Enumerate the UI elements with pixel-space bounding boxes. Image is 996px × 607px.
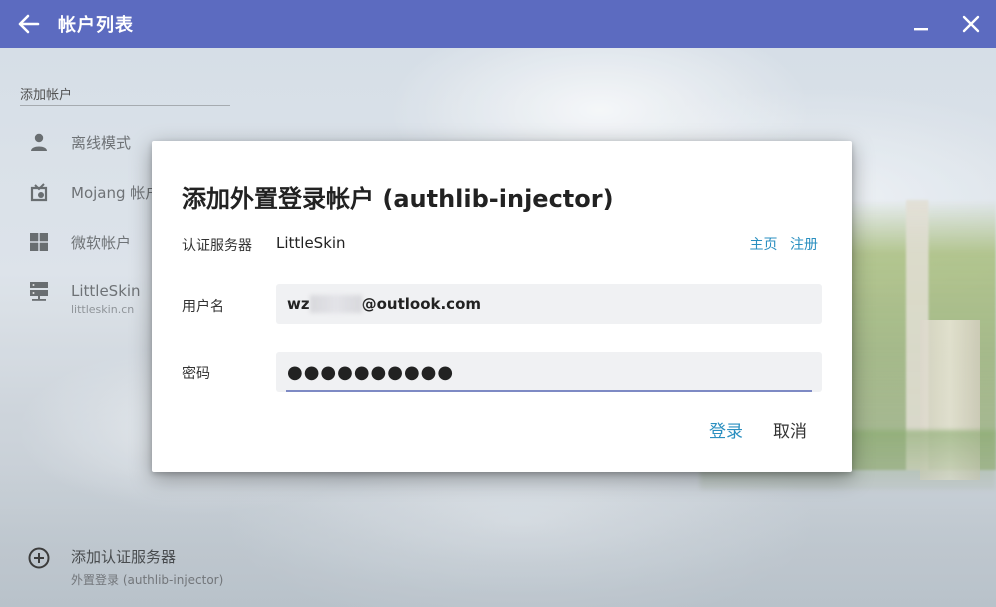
username-label: 用户名 — [182, 299, 224, 315]
cancel-button[interactable]: 取消 — [773, 417, 807, 442]
minimize-icon — [914, 28, 928, 31]
close-icon — [962, 15, 980, 33]
username-prefix: wz — [287, 295, 310, 313]
username-value: wz @outlook.com — [287, 295, 481, 313]
username-field[interactable]: wz @outlook.com — [276, 284, 822, 324]
register-link[interactable]: 注册 — [790, 237, 818, 253]
window-title: 帐户列表 — [58, 15, 134, 36]
password-field[interactable]: ●●●●●●●●●● — [276, 352, 822, 392]
password-focus-underline — [286, 390, 812, 392]
back-button[interactable] — [0, 0, 58, 48]
username-suffix: @outlook.com — [361, 295, 482, 313]
title-bar: 帐户列表 — [0, 0, 996, 48]
password-label: 密码 — [182, 366, 210, 382]
login-button[interactable]: 登录 — [709, 417, 743, 442]
add-authlib-account-dialog: 添加外置登录帐户 (authlib-injector) 认证服务器 Little… — [152, 141, 852, 472]
auth-server-label: 认证服务器 — [182, 238, 252, 254]
redacted-blur — [309, 295, 362, 313]
server-links: 主页 注册 — [742, 234, 818, 254]
auth-server-name: LittleSkin — [276, 234, 346, 252]
dialog-title: 添加外置登录帐户 (authlib-injector) — [182, 185, 614, 213]
window-controls — [896, 0, 996, 48]
minimize-button[interactable] — [896, 0, 946, 48]
close-button[interactable] — [946, 0, 996, 48]
home-link[interactable]: 主页 — [750, 237, 778, 253]
password-value: ●●●●●●●●●● — [287, 361, 455, 383]
arrow-left-icon — [18, 14, 40, 34]
